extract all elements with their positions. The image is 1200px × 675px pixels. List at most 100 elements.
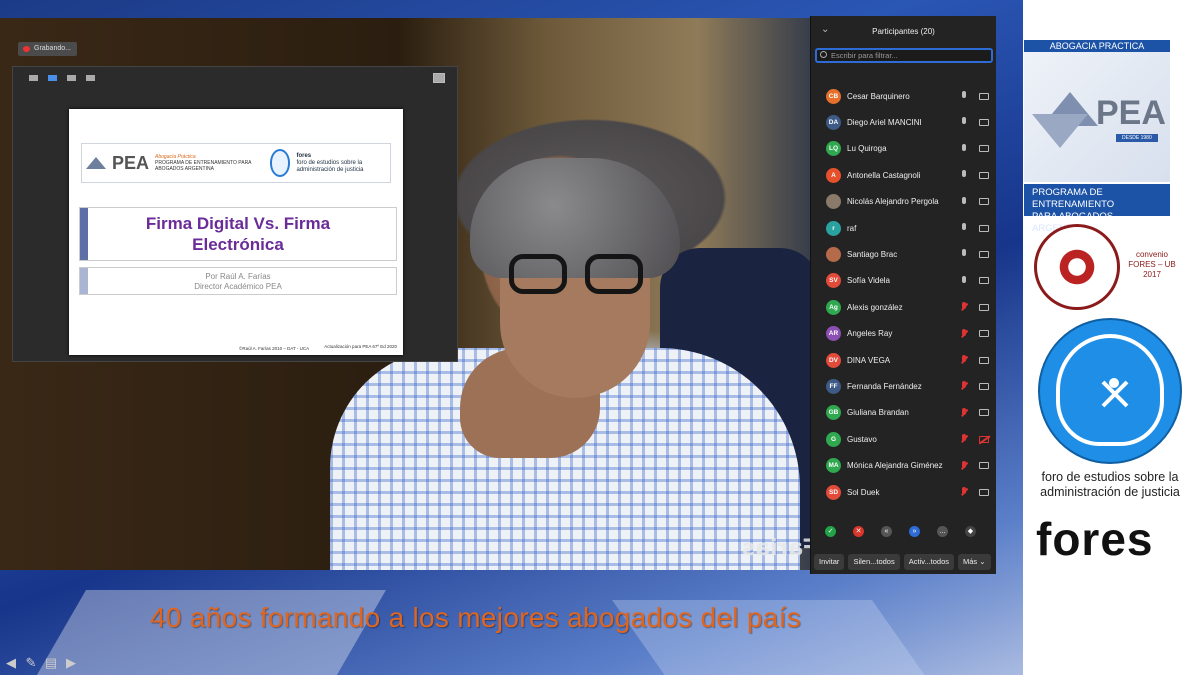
participant-name: Cesar Barquinero bbox=[847, 91, 910, 101]
participant-filter-input[interactable]: Escribir para filtrar... bbox=[815, 48, 993, 63]
camera-icon[interactable] bbox=[979, 198, 989, 206]
mic-muted-icon[interactable] bbox=[961, 487, 967, 497]
participant-name: Fernanda Fernández bbox=[847, 381, 922, 391]
faster-reaction-icon[interactable]: » bbox=[909, 526, 920, 537]
clear-reactions-icon[interactable]: ◆ bbox=[965, 526, 976, 537]
slower-reaction-icon[interactable]: « bbox=[881, 526, 892, 537]
mic-icon[interactable] bbox=[961, 196, 967, 207]
more-button[interactable]: Más ⌄ bbox=[958, 554, 991, 570]
camera-off-icon[interactable] bbox=[979, 435, 989, 443]
mic-icon[interactable] bbox=[961, 91, 967, 101]
participant-row[interactable]: AR Angeles Ray bbox=[811, 321, 997, 347]
camera-icon[interactable] bbox=[979, 145, 989, 153]
mic-icon[interactable] bbox=[961, 249, 967, 259]
slides-menu-icon[interactable]: ▤ bbox=[44, 656, 58, 670]
camera-icon[interactable] bbox=[979, 488, 989, 496]
mic-icon[interactable] bbox=[961, 117, 967, 127]
avatar: MA bbox=[826, 458, 841, 474]
participant-name: Giuliana Brandan bbox=[847, 408, 909, 418]
avatar: GB bbox=[826, 405, 841, 421]
mic-muted-icon[interactable] bbox=[961, 407, 967, 418]
mic-icon[interactable] bbox=[961, 275, 967, 286]
ub-convenio-label: convenio FORES – UB 2017 bbox=[1128, 250, 1176, 279]
pen-icon[interactable]: ✎ bbox=[24, 656, 38, 670]
more-reactions-icon[interactable]: … bbox=[937, 526, 948, 537]
participant-row[interactable]: LQ Lu Quiroga bbox=[811, 136, 997, 162]
speaker-view-icon[interactable] bbox=[48, 75, 57, 81]
participant-row[interactable]: DV DINA VEGA bbox=[811, 347, 997, 373]
previous-slide-icon[interactable]: ◀ bbox=[4, 656, 18, 670]
side-view-icon[interactable] bbox=[67, 75, 76, 81]
participants-header: ⌄ Participantes (20) bbox=[811, 16, 996, 46]
participant-name: Santiago Brac bbox=[847, 249, 898, 259]
participant-name: Gustavo bbox=[847, 434, 877, 444]
speaker-glasses bbox=[505, 254, 655, 296]
participant-name: Nicolás Alejandro Pergola bbox=[847, 197, 939, 207]
participant-row[interactable]: r raf bbox=[811, 215, 997, 241]
camera-icon[interactable] bbox=[979, 118, 989, 126]
participant-row[interactable]: Nicolás Alejandro Pergola bbox=[811, 189, 997, 215]
gallery-view-icon[interactable] bbox=[86, 75, 95, 81]
camera-icon[interactable] bbox=[979, 92, 989, 100]
reaction-bar: ✓ ✕ « » … ◆ bbox=[825, 526, 976, 537]
no-reaction-icon[interactable]: ✕ bbox=[853, 526, 864, 537]
slide-logo-strip: PEA Abogacía Práctica PROGRAMA DE ENTRENA… bbox=[81, 143, 391, 183]
camera-icon[interactable] bbox=[979, 409, 989, 417]
participant-row[interactable]: Santiago Brac bbox=[811, 241, 997, 267]
camera-icon[interactable] bbox=[979, 250, 989, 258]
slide-author: Por Raúl A. Farías Director Académico PEA bbox=[79, 267, 397, 295]
participant-row[interactable]: SV Sofía Videla bbox=[811, 268, 997, 294]
universidad-belgrano-seal-icon bbox=[1034, 224, 1120, 310]
participant-name: Diego Ariel MANCINI bbox=[847, 117, 922, 127]
yes-reaction-icon[interactable]: ✓ bbox=[825, 526, 836, 537]
invite-button[interactable]: Invitar bbox=[814, 554, 845, 570]
slide-footer-left: ©Raúl A. Farías 2010 – DAT - UCA bbox=[239, 346, 310, 351]
mic-muted-icon[interactable] bbox=[961, 302, 967, 312]
mic-muted-icon[interactable] bbox=[961, 381, 967, 391]
chevron-down-icon[interactable]: ⌄ bbox=[821, 24, 829, 35]
expand-view-icon[interactable] bbox=[433, 73, 445, 83]
pea-diamond-icon bbox=[86, 157, 106, 169]
mic-icon[interactable] bbox=[961, 170, 967, 180]
camera-icon[interactable] bbox=[979, 171, 989, 179]
camera-icon[interactable] bbox=[979, 303, 989, 311]
mic-icon[interactable] bbox=[961, 143, 967, 154]
participant-row[interactable]: CB Cesar Barquinero bbox=[811, 83, 997, 109]
camera-icon[interactable] bbox=[979, 356, 989, 364]
avatar: G bbox=[826, 431, 841, 447]
mic-muted-icon[interactable] bbox=[961, 328, 967, 339]
filter-placeholder: Escribir para filtrar... bbox=[831, 51, 898, 60]
participant-row[interactable]: DA Diego Ariel MANCINI bbox=[811, 109, 997, 135]
participant-row[interactable]: G Gustavo bbox=[811, 426, 997, 452]
unmute-all-button[interactable]: Activ...todos bbox=[903, 554, 955, 570]
camera-icon[interactable] bbox=[979, 224, 989, 232]
avatar: DV bbox=[826, 352, 841, 368]
participant-row[interactable]: FF Fernanda Fernández bbox=[811, 373, 997, 399]
camera-icon[interactable] bbox=[979, 277, 989, 285]
mic-muted-icon[interactable] bbox=[961, 434, 967, 444]
participant-row[interactable]: GB Giuliana Brandan bbox=[811, 400, 997, 426]
slide-pea-logo: PEA bbox=[112, 152, 150, 173]
mute-all-button[interactable]: Silen...todos bbox=[848, 554, 900, 570]
pea-logo: PEA DESDE 1980 bbox=[1024, 52, 1170, 182]
mic-muted-icon[interactable] bbox=[961, 460, 967, 471]
participant-row[interactable]: Ag Alexis gonzález bbox=[811, 294, 997, 320]
camera-icon[interactable] bbox=[979, 330, 989, 338]
mic-icon[interactable] bbox=[961, 223, 967, 233]
presentation-controls: ◀ ✎ ▤ ▶ bbox=[4, 656, 78, 670]
slide-pea-subtitle: Abogacía Práctica PROGRAMA DE ENTRENAMIEN… bbox=[155, 154, 252, 172]
camera-icon[interactable] bbox=[979, 462, 989, 470]
avatar: A bbox=[826, 167, 841, 183]
abogacia-practica-banner: ABOGACIA PRACTICA bbox=[1024, 40, 1170, 52]
camera-icon[interactable] bbox=[979, 382, 989, 390]
participant-row[interactable]: SD Sol Duek bbox=[811, 479, 997, 505]
participant-row[interactable]: A Antonella Castagnoli bbox=[811, 162, 997, 188]
participant-row[interactable]: MA Mónica Alejandra Giménez bbox=[811, 453, 997, 479]
mic-muted-icon[interactable] bbox=[961, 355, 967, 365]
screen-share-window[interactable]: PEA Abogacía Práctica PROGRAMA DE ENTRENA… bbox=[12, 66, 458, 362]
fores-emblem-icon bbox=[269, 149, 291, 177]
recording-indicator[interactable]: Grabando... bbox=[18, 42, 77, 56]
participant-name: raf bbox=[847, 223, 857, 233]
minimize-view-icon[interactable] bbox=[29, 75, 38, 81]
next-slide-icon[interactable]: ▶ bbox=[64, 656, 78, 670]
